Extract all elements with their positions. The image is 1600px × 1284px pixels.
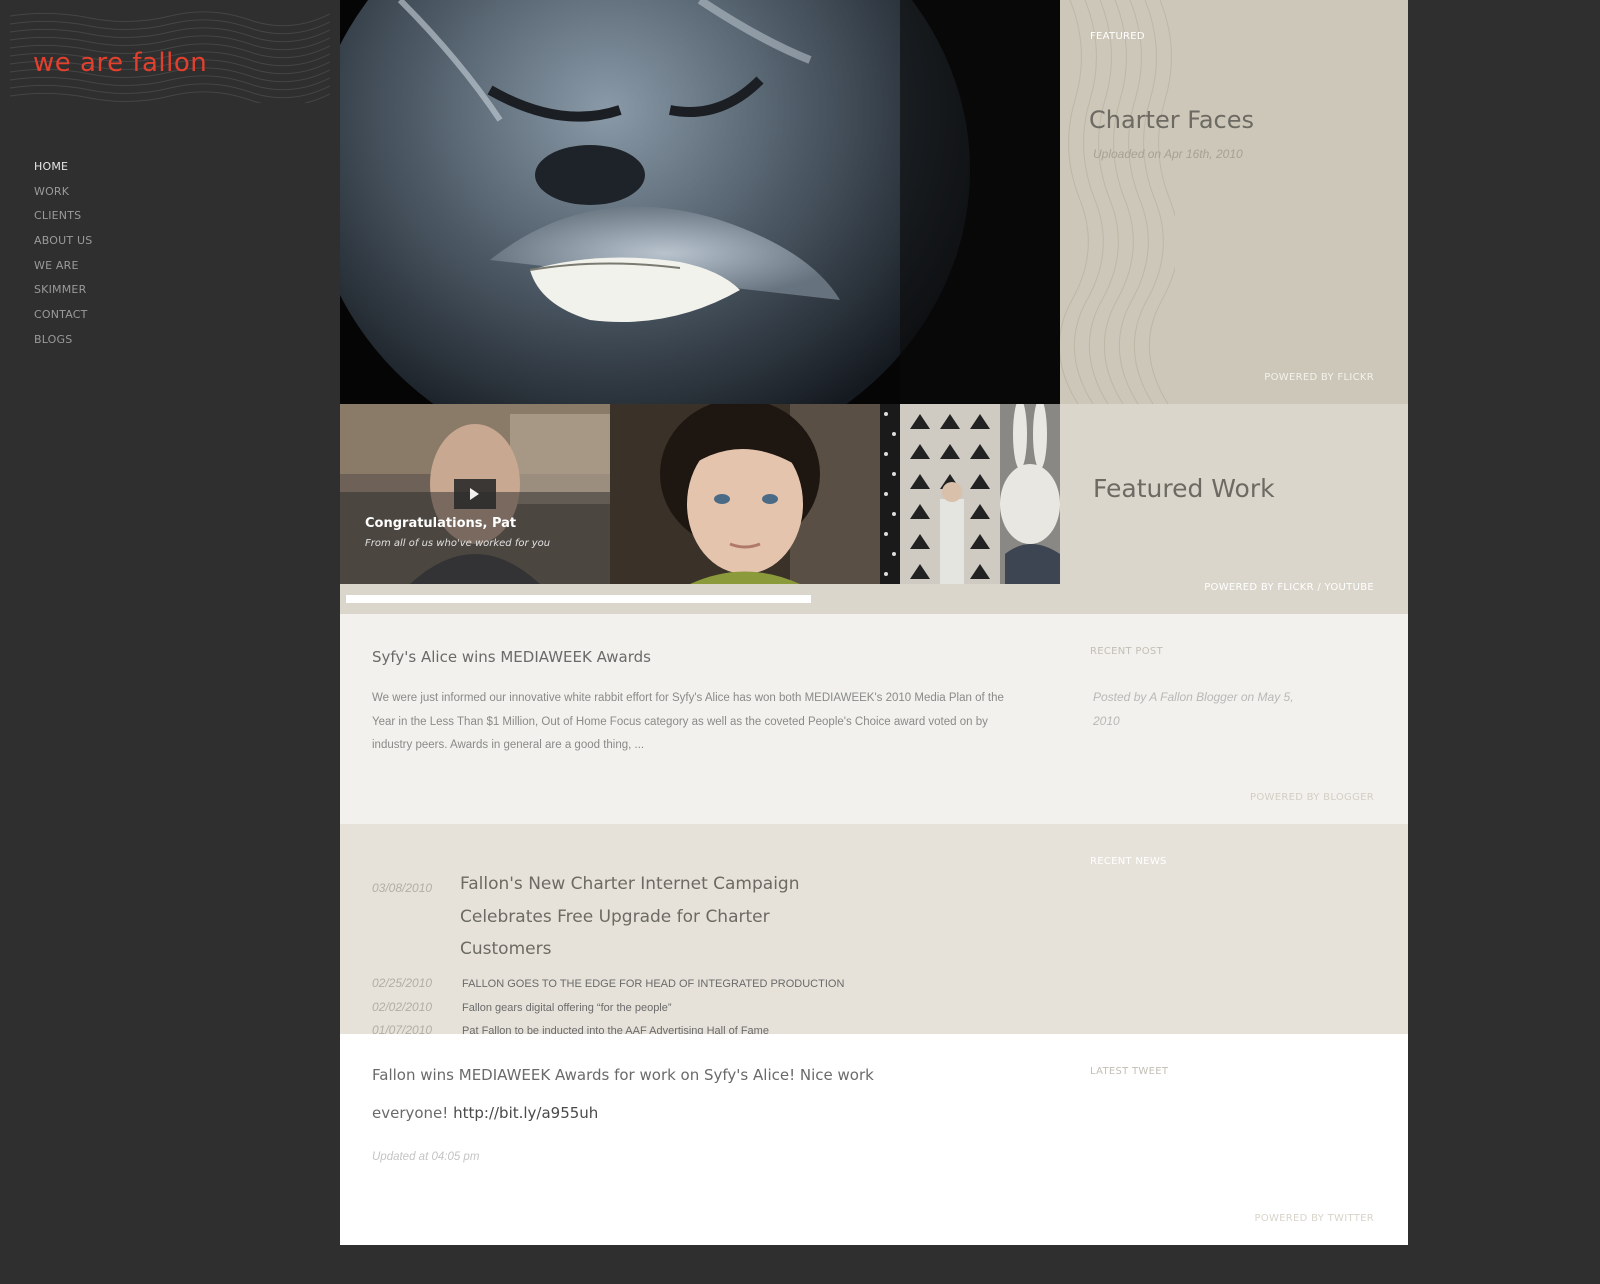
powered-by-twitter[interactable]: POWERED BY TWITTER bbox=[1254, 1213, 1374, 1224]
thumb-child-portrait[interactable] bbox=[610, 404, 880, 584]
post-title[interactable]: Syfy's Alice wins MEDIAWEEK Awards bbox=[372, 648, 651, 666]
featured-label: FEATURED bbox=[1090, 31, 1145, 42]
nav-item-home[interactable]: HOME bbox=[34, 155, 92, 180]
recent-post-section: Syfy's Alice wins MEDIAWEEK Awards We we… bbox=[340, 614, 1408, 824]
main-nav: HOME WORK CLIENTS ABOUT US WE ARE SKIMME… bbox=[34, 155, 92, 353]
tweet-text: Fallon wins MEDIAWEEK Awards for work on… bbox=[372, 1056, 874, 1132]
post-meta-line: Posted by A Fallon Blogger on May 5, bbox=[1093, 690, 1294, 704]
featured-panel: FEATURED Charter Faces Uploaded on Apr 1… bbox=[1060, 0, 1408, 404]
powered-by-flickr[interactable]: POWERED BY FLICKR bbox=[1264, 372, 1374, 383]
tweet-text-end: everyone! bbox=[372, 1104, 449, 1122]
news-row[interactable]: 02/25/2010 FALLON GOES TO THE EDGE FOR HE… bbox=[372, 971, 932, 995]
post-meta: Posted by A Fallon Blogger on May 5, 201… bbox=[1093, 686, 1294, 733]
nav-item-blogs[interactable]: BLOGS bbox=[34, 328, 92, 353]
logo[interactable]: we are fallon bbox=[33, 48, 207, 78]
featured-uploaded: Uploaded on Apr 16th, 2010 bbox=[1093, 147, 1243, 161]
sidebar: we are fallon HOME WORK CLIENTS ABOUT US… bbox=[0, 0, 340, 1284]
news-title[interactable]: FALLON GOES TO THE EDGE FOR HEAD OF INTE… bbox=[462, 978, 844, 990]
thumb-congratulations-pat[interactable]: Congratulations, Pat From all of us who'… bbox=[340, 404, 610, 584]
play-button[interactable] bbox=[454, 479, 496, 509]
play-icon bbox=[470, 488, 479, 500]
news-date: 02/02/2010 bbox=[372, 999, 433, 1014]
hero-image[interactable] bbox=[340, 0, 1060, 404]
tweet-link[interactable]: http://bit.ly/a955uh bbox=[453, 1104, 598, 1122]
featured-work-carousel: Congratulations, Pat From all of us who'… bbox=[340, 404, 1060, 584]
nav-item-clients[interactable]: CLIENTS bbox=[34, 204, 92, 229]
latest-tweet-label: LATEST TWEET bbox=[1090, 1066, 1169, 1077]
thumb-title: Congratulations, Pat bbox=[365, 516, 517, 531]
carousel-scrollbar[interactable] bbox=[346, 595, 811, 603]
featured-work-panel: Featured Work POWERED BY FLICKR / YOUTUB… bbox=[1060, 404, 1408, 614]
nav-item-skimmer[interactable]: SKIMMER bbox=[34, 278, 92, 303]
featured-title[interactable]: Charter Faces bbox=[1089, 106, 1254, 134]
nav-item-we-are[interactable]: WE ARE bbox=[34, 254, 92, 279]
tweet-text-line-2: everyone! http://bit.ly/a955uh bbox=[372, 1094, 874, 1132]
post-excerpt-line: We were just informed our innovative whi… bbox=[372, 692, 1004, 704]
thumb-subtitle: From all of us who've worked for you bbox=[365, 538, 551, 549]
news-lead-title-line: Fallon's New Charter Internet Campaign bbox=[460, 874, 800, 894]
recent-post-label: RECENT POST bbox=[1090, 646, 1163, 657]
featured-work-title: Featured Work bbox=[1093, 474, 1275, 503]
news-lead-title-line: Celebrates Free Upgrade for Charter bbox=[460, 906, 770, 927]
powered-by-blogger[interactable]: POWERED BY BLOGGER bbox=[1250, 792, 1374, 803]
news-title[interactable]: Fallon gears digital offering “for the p… bbox=[462, 1002, 672, 1014]
post-meta-line: 2010 bbox=[1093, 713, 1120, 728]
nav-item-contact[interactable]: CONTACT bbox=[34, 303, 92, 328]
news-date: 02/25/2010 bbox=[372, 976, 433, 990]
thumb-rabbit-man[interactable] bbox=[880, 404, 1060, 584]
tweet-text-line: Fallon wins MEDIAWEEK Awards for work on… bbox=[372, 1066, 874, 1084]
nav-item-about-us[interactable]: ABOUT US bbox=[34, 229, 92, 254]
news-row[interactable]: 02/02/2010 Fallon gears digital offering … bbox=[372, 995, 932, 1019]
latest-tweet-section: Fallon wins MEDIAWEEK Awards for work on… bbox=[340, 1034, 1408, 1245]
news-lead-title-line: Customers bbox=[460, 939, 552, 959]
recent-news-section: 03/08/2010 Fallon's New Charter Internet… bbox=[340, 824, 1408, 1037]
nav-item-work[interactable]: WORK bbox=[34, 180, 92, 205]
powered-by-flickr-youtube[interactable]: POWERED BY FLICKR / YOUTUBE bbox=[1204, 582, 1374, 593]
news-lead-date: 03/08/2010 bbox=[372, 881, 433, 895]
tweet-updated: Updated at 04:05 pm bbox=[372, 1151, 480, 1163]
recent-news-label: RECENT NEWS bbox=[1090, 856, 1167, 867]
post-excerpt: We were just informed our innovative whi… bbox=[372, 687, 1062, 758]
post-excerpt-line: industry peers. Awards in general are a … bbox=[372, 739, 645, 751]
news-list: 02/25/2010 FALLON GOES TO THE EDGE FOR HE… bbox=[372, 971, 932, 1042]
post-excerpt-line: Year in the Less Than $1 Million, Out of… bbox=[372, 715, 988, 728]
news-lead-title[interactable]: Fallon's New Charter Internet Campaign C… bbox=[460, 868, 800, 966]
